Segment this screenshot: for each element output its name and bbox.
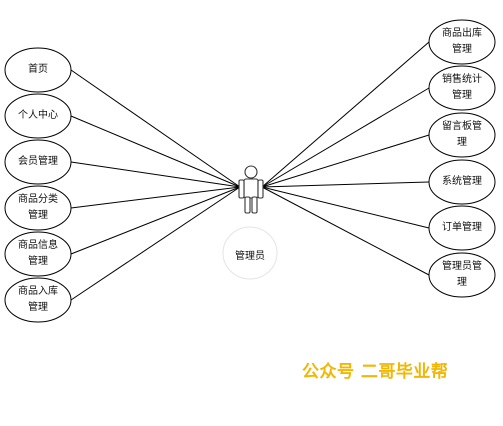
association-line-right-3 [261,134,430,188]
association-line-right-1 [261,41,430,188]
association-line-right-2 [261,87,430,188]
use-case-ellipse-right-6 [428,252,496,298]
actor-label: 管理员 [235,251,265,262]
association-line-left-2 [70,115,241,188]
use-case-ellipse-right-1 [428,19,496,65]
use-case-ellipse-left-3 [4,139,72,185]
use-case-diagram: 首页 个人中心 会员管理 商品分类 管理 商品信息 管理 商品入库 管理 商品出库 管理 销售… [0,0,503,426]
actor-head [244,165,258,179]
association-line-left-1 [70,69,241,188]
actor-figure [238,165,264,214]
actor-left-arm [238,179,245,199]
use-case-ellipse-left-6 [4,277,72,323]
association-line-left-3 [70,161,241,188]
actor-body [243,178,259,199]
use-case-ellipse-right-2 [428,65,496,111]
actor-right-leg [251,196,258,214]
use-case-ellipse-left-1 [4,47,72,93]
association-line-right-6 [261,186,430,276]
association-line-right-5 [261,186,430,229]
actor-left-leg [244,196,251,214]
use-case-ellipse-right-3 [428,112,496,158]
use-case-ellipse-left-2 [4,93,72,139]
use-case-ellipse-left-5 [4,231,72,277]
use-case-ellipse-right-4 [428,159,496,205]
watermark-text: 公众号 二哥毕业帮 [302,362,449,382]
use-case-ellipse-right-5 [428,205,496,251]
actor-right-arm [257,179,264,199]
use-case-ellipse-left-4 [4,185,72,231]
association-line-right-4 [261,181,430,188]
